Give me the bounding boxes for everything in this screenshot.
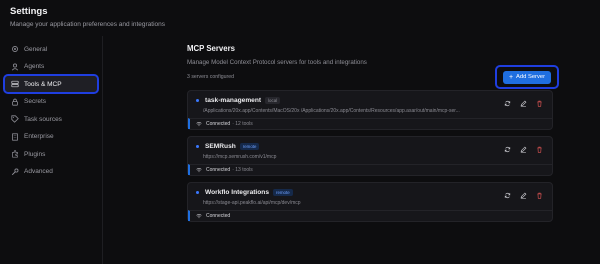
trash-icon[interactable] [535, 145, 543, 153]
sidebar-item-advanced[interactable]: Advanced [5, 164, 97, 180]
add-server-highlight: + Add Server [495, 65, 559, 89]
edit-icon[interactable] [519, 99, 527, 107]
wrench-icon [11, 168, 19, 176]
server-status-bar: Connected · 12 tools [188, 118, 552, 129]
server-card: SEMRush remote https://mcp.semrush.com/v… [187, 136, 553, 176]
mcp-servers-panel: MCP Servers Manage Model Context Protoco… [187, 36, 559, 222]
plus-icon: + [508, 73, 514, 81]
sidebar-item-label: Tools & MCP [24, 80, 62, 88]
page-title: Settings [10, 6, 48, 17]
section-title: MCP Servers [187, 44, 235, 53]
sidebar-item-label: Plugins [24, 150, 46, 158]
server-card: Workflo Integrations remote https://stag… [187, 182, 553, 222]
sidebar-item-plugins[interactable]: Plugins [5, 146, 97, 162]
tag-icon [11, 115, 19, 123]
edit-icon[interactable] [519, 191, 527, 199]
server-url: https://mcp.semrush.com/v1/mcp [203, 154, 277, 160]
server-type-badge: local [265, 97, 281, 104]
sidebar-item-general[interactable]: General [5, 41, 97, 57]
wifi-icon [196, 122, 202, 127]
sidebar-item-label: Task sources [24, 115, 62, 123]
sidebar-item-label: Secrets [24, 98, 47, 105]
status-dot [196, 191, 199, 194]
sidebar-item-label: Enterprise [24, 133, 54, 140]
wifi-icon [196, 168, 202, 173]
sidebar-item-label: Advanced [24, 168, 53, 175]
refresh-icon[interactable] [503, 99, 511, 107]
connection-status: Connected [206, 121, 231, 127]
server-url: https://stage-api.peakflo.ai/api/mcp/dev… [203, 200, 301, 206]
user-icon [11, 63, 19, 71]
sidebar: General Agents Tools & MCP Secrets Task … [0, 36, 103, 264]
server-card: task-management local /Applications/20x.… [187, 90, 553, 130]
add-server-label: Add Server [516, 74, 546, 80]
server-type-badge: remote [273, 189, 293, 196]
sidebar-item-task-sources[interactable]: Task sources [5, 111, 97, 127]
refresh-icon[interactable] [503, 191, 511, 199]
connection-status: Connected [206, 167, 231, 173]
server-status-bar: Connected [188, 210, 552, 221]
add-server-button[interactable]: + Add Server [503, 70, 551, 84]
sidebar-item-enterprise[interactable]: Enterprise [5, 129, 97, 145]
status-dot [196, 99, 199, 102]
servers-count: 3 servers configured [187, 74, 234, 80]
server-name: Workflo Integrations [205, 189, 269, 196]
edit-icon[interactable] [519, 145, 527, 153]
server-type-badge: remote [239, 143, 260, 150]
sidebar-item-secrets[interactable]: Secrets [5, 94, 97, 110]
sidebar-item-tools-mcp[interactable]: Tools & MCP [3, 74, 99, 94]
tools-count: · 12 tools [232, 121, 253, 127]
sidebar-item-label: Agents [24, 63, 45, 70]
building-icon [11, 132, 19, 141]
page-header: Settings Manage your application prefere… [0, 0, 600, 34]
trash-icon[interactable] [535, 99, 543, 107]
server-command: /Applications/20x.app/Contents/MacOS/20x… [203, 108, 460, 114]
plugin-icon [11, 150, 19, 158]
lock-icon [11, 98, 19, 106]
gear-icon [11, 45, 19, 53]
trash-icon[interactable] [535, 191, 543, 199]
server-name: SEMRush [205, 143, 236, 150]
server-status-bar: Connected · 13 tools [188, 164, 552, 175]
status-dot [196, 145, 199, 148]
connection-status: Connected [206, 213, 231, 219]
sidebar-item-label: General [24, 45, 48, 53]
tools-count: · 13 tools [232, 167, 253, 173]
page-subtitle: Manage your application preferences and … [10, 21, 166, 28]
refresh-icon[interactable] [503, 145, 511, 153]
wifi-icon [196, 214, 202, 219]
sidebar-item-agents[interactable]: Agents [5, 59, 97, 75]
server-name: task-management [205, 97, 262, 104]
server-icon [11, 80, 19, 88]
